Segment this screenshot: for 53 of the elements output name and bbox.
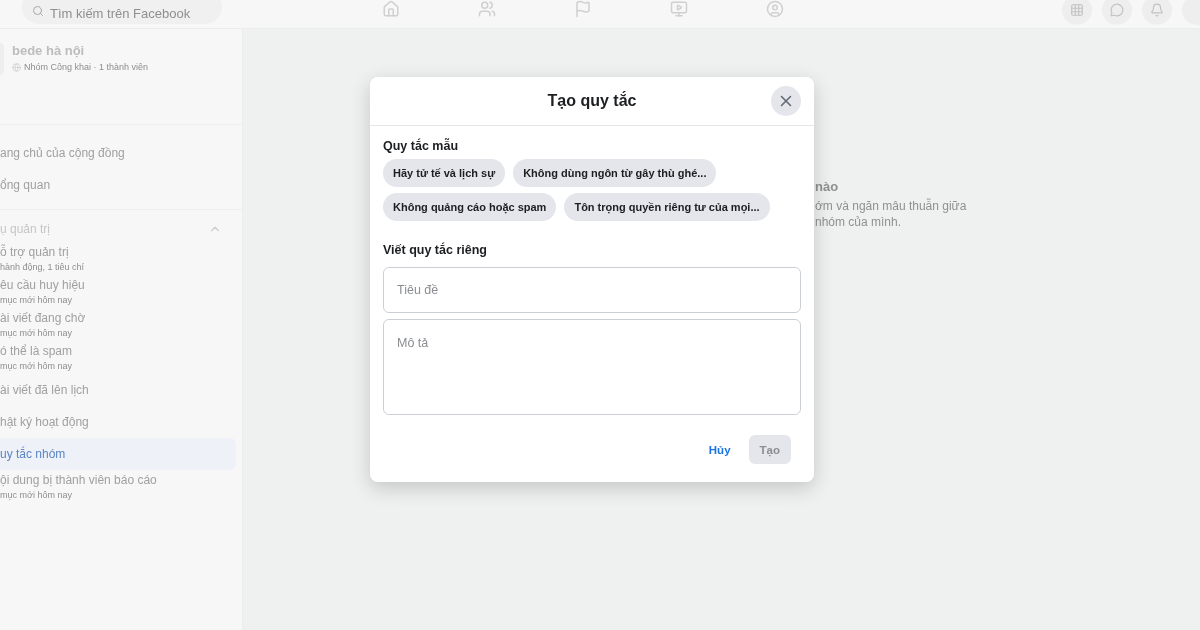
sidebar-item[interactable]: ang chủ của cộng đồng bbox=[0, 137, 236, 169]
sidebar-item[interactable]: ỗ trợ quản trị hành động, 1 tiêu chí bbox=[0, 242, 236, 275]
notification-bell-icon bbox=[1150, 3, 1164, 17]
home-icon[interactable] bbox=[382, 0, 400, 18]
video-icon[interactable] bbox=[670, 0, 688, 18]
globe-icon bbox=[12, 62, 21, 72]
item-subtitle: mục mới hôm nay bbox=[0, 328, 73, 338]
section-heading: Quy tắc mẫu bbox=[383, 139, 460, 153]
sidebar-item[interactable]: ài viết đang chờ mục mới hôm nay bbox=[0, 308, 236, 341]
item-subtitle: mục mới hôm nay bbox=[0, 361, 73, 371]
sidebar-item[interactable]: uy tắc nhóm bbox=[0, 438, 236, 470]
item-subtitle: mục mới hôm nay bbox=[0, 295, 73, 305]
sidebar-item[interactable]: ài viết đã lên lịch bbox=[0, 374, 236, 406]
hint-title: nào bbox=[815, 179, 840, 194]
sidebar-item[interactable]: ổng quan bbox=[0, 169, 236, 201]
people-icon[interactable] bbox=[478, 0, 496, 18]
template-chip[interactable]: Tôn trọng quyền riêng tư của mọi... bbox=[564, 193, 770, 221]
notification-bell-button[interactable] bbox=[1142, 0, 1172, 25]
user-circle-icon[interactable] bbox=[766, 0, 784, 18]
item-label: ỗ trợ quản trị bbox=[0, 245, 70, 259]
sidebar-item[interactable]: hật ký hoạt động bbox=[0, 406, 236, 438]
sidebar-item[interactable]: ội dung bị thành viên báo cáo mục mới hôm nay bbox=[0, 470, 236, 503]
item-label: ó thể là spam bbox=[0, 344, 74, 358]
dialog-title: Tạo quy tắc bbox=[547, 92, 637, 110]
template-chip[interactable]: Không dùng ngôn từ gây thù ghé... bbox=[513, 159, 717, 187]
hint-text: nhóm của mình. bbox=[815, 215, 903, 229]
template-chip[interactable]: Hãy tử tế và lịch sự bbox=[383, 159, 506, 187]
flag-icon[interactable] bbox=[574, 0, 592, 18]
template-chip[interactable]: Không quảng cáo hoặc spam bbox=[383, 193, 557, 221]
search-field[interactable]: Tìm kiếm trên Facebook bbox=[22, 0, 222, 24]
item-label: hật ký hoạt động bbox=[0, 415, 90, 429]
group-name: bede hà nội bbox=[12, 43, 86, 58]
close-button[interactable] bbox=[771, 86, 801, 116]
hint-text: ớm và ngăn mâu thuẫn giữa bbox=[815, 199, 967, 213]
grid-icon bbox=[1070, 3, 1084, 17]
messenger-button[interactable] bbox=[1102, 0, 1132, 25]
item-label: uy tắc nhóm bbox=[0, 447, 67, 461]
sidebar-item[interactable]: ó thể là spam mục mới hôm nay bbox=[0, 341, 236, 374]
messenger-icon bbox=[1110, 3, 1124, 17]
section-heading: Viết quy tắc riêng bbox=[383, 243, 488, 257]
item-subtitle: hành động, 1 tiêu chí bbox=[0, 262, 86, 272]
item-label: ội dung bị thành viên báo cáo bbox=[0, 473, 158, 487]
description-input-field[interactable]: Mô tả bbox=[383, 319, 801, 415]
cancel-button[interactable]: Hủy bbox=[702, 435, 737, 464]
item-subtitle: mục mới hôm nay bbox=[0, 490, 73, 500]
grid-button[interactable] bbox=[1062, 0, 1092, 25]
group-meta: Nhóm Công khai · 1 thành viên bbox=[24, 62, 149, 72]
sidebar-item[interactable]: êu cầu huy hiệu mục mới hôm nay bbox=[0, 275, 236, 308]
title-input-field[interactable]: Tiêu đề bbox=[383, 267, 801, 313]
item-label: êu cầu huy hiệu bbox=[0, 278, 86, 292]
item-label: ài viết đang chờ bbox=[0, 311, 87, 325]
item-label: ài viết đã lên lịch bbox=[0, 383, 90, 397]
search-icon bbox=[32, 5, 44, 17]
